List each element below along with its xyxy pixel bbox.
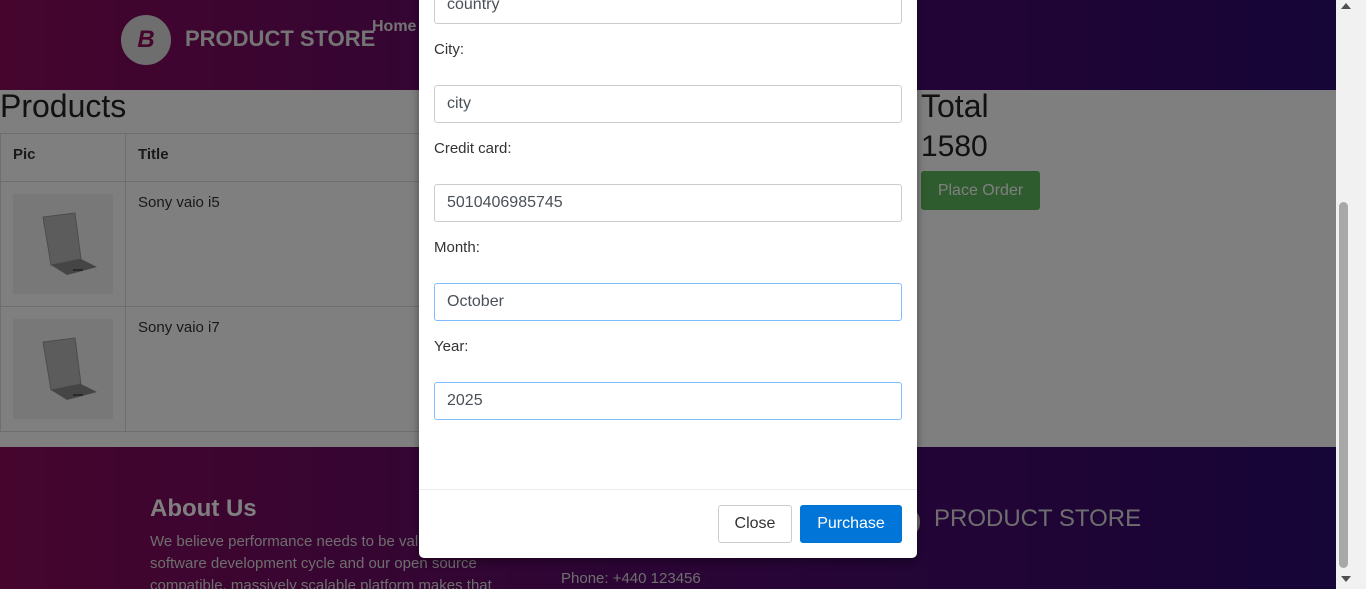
year-input[interactable] [434,382,902,420]
city-label: City: [434,41,464,58]
purchase-button[interactable]: Purchase [800,505,902,543]
scroll-up-arrow-icon[interactable] [1341,3,1351,9]
modal-footer: Close Purchase [419,489,917,558]
credit-card-label: Credit card: [434,140,512,157]
city-input[interactable] [434,85,902,123]
country-input[interactable] [434,0,902,24]
scroll-down-arrow-icon[interactable] [1341,576,1351,582]
month-input[interactable] [434,283,902,321]
scrollbar-thumb[interactable] [1339,202,1348,568]
close-button[interactable]: Close [718,505,792,543]
place-order-modal: City: Credit card: Month: Year: Close Pu… [419,0,917,558]
month-label: Month: [434,239,480,256]
credit-card-input[interactable] [434,184,902,222]
year-label: Year: [434,338,469,355]
